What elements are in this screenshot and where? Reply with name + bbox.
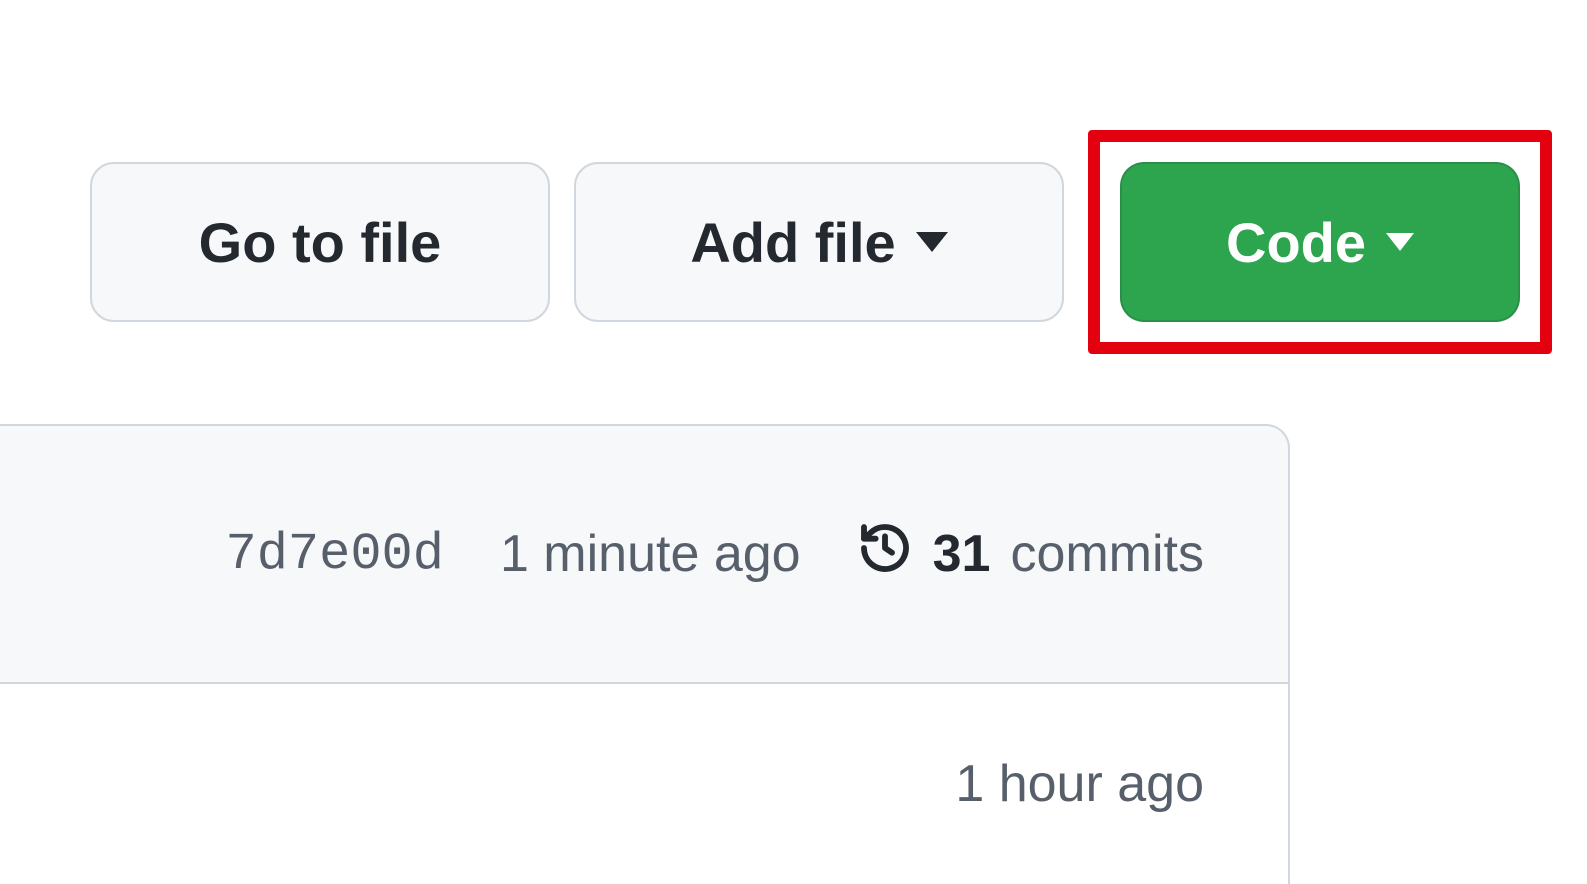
commits-count: 31 [933, 524, 991, 584]
commits-link[interactable]: 31 commits [857, 520, 1204, 589]
caret-down-icon [1386, 233, 1414, 251]
go-to-file-label: Go to file [199, 210, 442, 275]
file-row[interactable]: 1 hour ago [0, 684, 1290, 884]
commits-label: commits [1010, 524, 1204, 584]
caret-down-icon [916, 232, 948, 252]
add-file-label: Add file [690, 210, 895, 275]
code-label: Code [1226, 210, 1366, 275]
go-to-file-button[interactable]: Go to file [90, 162, 550, 322]
repo-toolbar: Go to file Add file Code [0, 0, 1587, 354]
commit-summary-bar: 7d7e00d 1 minute ago 31 commits [0, 424, 1290, 684]
history-icon [857, 520, 913, 589]
add-file-button[interactable]: Add file [574, 162, 1064, 322]
commit-hash[interactable]: 7d7e00d [226, 525, 444, 584]
code-button[interactable]: Code [1120, 162, 1520, 322]
commit-time[interactable]: 1 minute ago [500, 524, 801, 584]
file-time: 1 hour ago [955, 754, 1204, 884]
highlight-annotation: Code [1088, 130, 1552, 354]
